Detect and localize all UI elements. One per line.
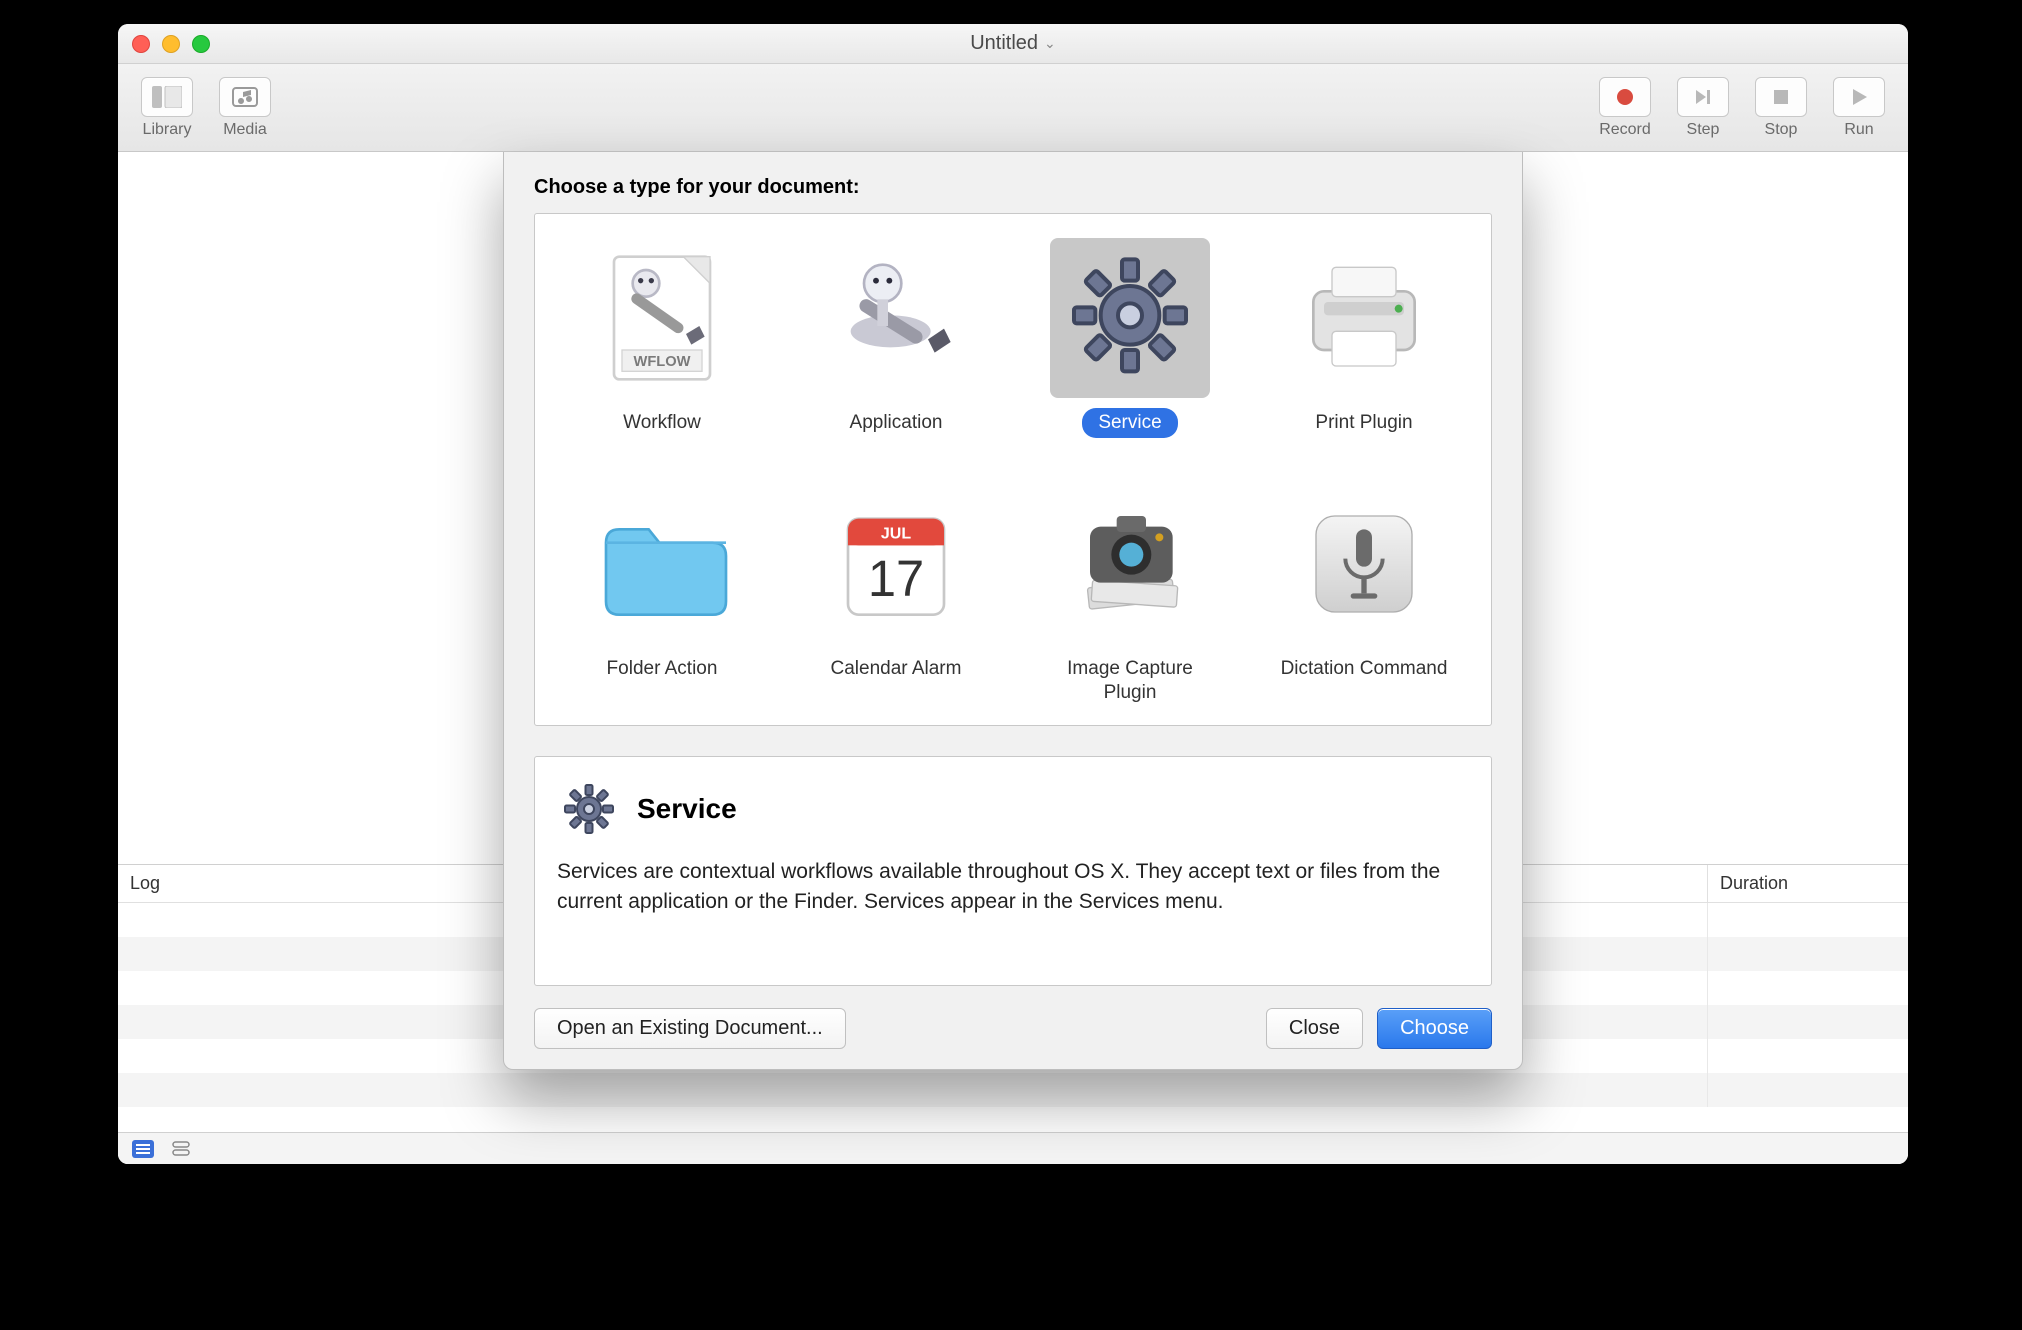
table-row — [118, 1073, 1908, 1107]
description-box: Service Services are contextual workflow… — [534, 756, 1492, 986]
run-icon — [1833, 77, 1885, 117]
log-footer — [118, 1132, 1908, 1164]
type-label: Application — [834, 408, 959, 438]
document-type-sheet: Choose a type for your document: WFLOW — [503, 152, 1523, 1070]
type-label: Image Capture Plugin — [1025, 654, 1235, 708]
service-icon — [1050, 238, 1210, 398]
stack-view-icon[interactable] — [170, 1140, 192, 1158]
run-button[interactable]: Run — [1824, 77, 1894, 139]
stop-icon — [1755, 77, 1807, 117]
type-label: Calendar Alarm — [815, 654, 978, 684]
calendar-alarm-icon: JUL 17 — [816, 484, 976, 644]
toolbar: Library Media Record Step — [118, 64, 1908, 152]
media-label: Media — [223, 121, 267, 139]
type-folder-action[interactable]: Folder Action — [545, 484, 779, 708]
stop-button[interactable]: Stop — [1746, 77, 1816, 139]
type-label: Service — [1082, 408, 1177, 438]
choose-button[interactable]: Choose — [1377, 1008, 1492, 1049]
open-existing-button[interactable]: Open an Existing Document... — [534, 1008, 846, 1049]
print-plugin-icon — [1284, 238, 1444, 398]
svg-text:JUL: JUL — [881, 525, 911, 542]
workflow-icon: WFLOW — [582, 238, 742, 398]
gear-icon — [557, 777, 621, 841]
dictation-command-icon — [1284, 484, 1444, 644]
close-button[interactable]: Close — [1266, 1008, 1363, 1049]
app-window: Untitled ⌄ Library Media — [118, 24, 1908, 1164]
library-icon — [141, 77, 193, 117]
type-label: Print Plugin — [1299, 408, 1428, 438]
titlebar: Untitled ⌄ — [118, 24, 1908, 64]
record-icon — [1599, 77, 1651, 117]
application-icon — [816, 238, 976, 398]
description-title: Service — [637, 793, 737, 825]
type-print-plugin[interactable]: Print Plugin — [1247, 238, 1481, 438]
record-button[interactable]: Record — [1590, 77, 1660, 139]
type-workflow[interactable]: WFLOW Workflow — [545, 238, 779, 438]
list-view-icon[interactable] — [132, 1140, 154, 1158]
sheet-footer: Open an Existing Document... Close Choos… — [534, 1008, 1492, 1049]
step-label: Step — [1687, 121, 1720, 139]
type-calendar-alarm[interactable]: JUL 17 Calendar Alarm — [779, 484, 1013, 708]
image-capture-plugin-icon — [1050, 484, 1210, 644]
document-type-grid: WFLOW Workflow — [534, 213, 1492, 726]
folder-action-icon — [582, 484, 742, 644]
library-label: Library — [143, 121, 192, 139]
type-dictation-command[interactable]: Dictation Command — [1247, 484, 1481, 708]
run-label: Run — [1844, 121, 1873, 139]
description-body: Services are contextual workflows availa… — [557, 857, 1469, 916]
chevron-down-icon: ⌄ — [1044, 35, 1056, 52]
type-application[interactable]: Application — [779, 238, 1013, 438]
svg-text:17: 17 — [868, 550, 924, 607]
type-label: Folder Action — [591, 654, 734, 684]
svg-text:WFLOW: WFLOW — [634, 354, 691, 370]
sheet-heading: Choose a type for your document: — [534, 176, 1492, 199]
window-title-text: Untitled — [970, 32, 1038, 55]
type-label: Dictation Command — [1265, 654, 1464, 684]
type-label: Workflow — [607, 408, 717, 438]
step-button[interactable]: Step — [1668, 77, 1738, 139]
stop-label: Stop — [1765, 121, 1798, 139]
type-image-capture-plugin[interactable]: Image Capture Plugin — [1013, 484, 1247, 708]
library-button[interactable]: Library — [132, 77, 202, 139]
record-label: Record — [1599, 121, 1651, 139]
media-button[interactable]: Media — [210, 77, 280, 139]
step-icon — [1677, 77, 1729, 117]
media-icon — [219, 77, 271, 117]
type-service[interactable]: Service — [1013, 238, 1247, 438]
duration-column-header[interactable]: Duration — [1708, 865, 1908, 902]
window-title[interactable]: Untitled ⌄ — [118, 32, 1908, 55]
